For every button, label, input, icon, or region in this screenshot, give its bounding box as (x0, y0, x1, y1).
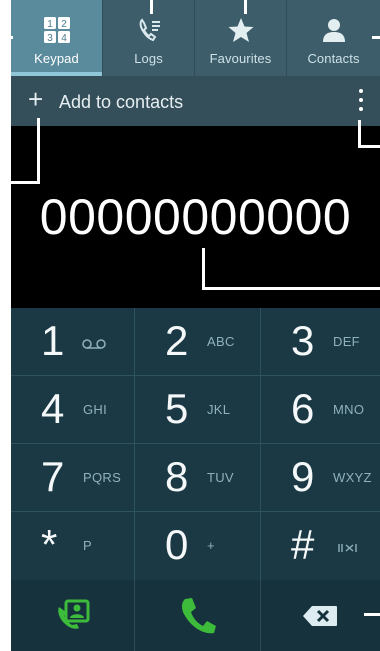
key-letters: JKL (207, 402, 231, 417)
svg-text:2: 2 (61, 19, 67, 30)
tab-keypad[interactable]: 1 2 3 4 Keypad (11, 0, 103, 76)
key-digit: 8 (165, 453, 189, 500)
number-display[interactable]: 00000000000 (11, 126, 380, 308)
callout-line (244, 0, 247, 14)
tab-logs[interactable]: Logs (103, 0, 195, 76)
key-0[interactable]: 0 + (135, 512, 261, 580)
backspace-button[interactable] (261, 580, 380, 651)
call-log-icon (139, 18, 160, 42)
star-icon (228, 18, 253, 42)
pause-wait-icon (338, 544, 357, 552)
call-button[interactable] (135, 580, 261, 651)
svg-text:4: 4 (61, 33, 67, 44)
key-3[interactable]: 3 DEF (261, 308, 380, 376)
callout-line (150, 0, 153, 14)
key-digit: 3 (291, 317, 315, 364)
callout-line (358, 120, 361, 148)
key-2[interactable]: 2 ABC (135, 308, 261, 376)
callout-line (358, 145, 380, 148)
voicemail-icon (82, 339, 106, 349)
dialer-action-bar (11, 580, 380, 651)
tab-label-keypad: Keypad (34, 51, 79, 66)
tab-favourites[interactable]: Favourites (195, 0, 287, 76)
keypad-grid-icon: 1 2 3 4 (43, 17, 70, 44)
key-letters: GHI (83, 402, 108, 417)
key-digit: 7 (41, 453, 65, 500)
video-call-button[interactable] (11, 580, 135, 651)
dialed-number: 00000000000 (39, 189, 352, 245)
add-to-contacts-bar[interactable]: + Add to contacts (11, 76, 380, 126)
svg-text:1: 1 (47, 19, 53, 30)
key-digit: * (41, 521, 58, 568)
key-digit: 4 (41, 385, 65, 432)
plus-icon: + (28, 84, 44, 114)
key-letters: P (83, 538, 92, 553)
key-star[interactable]: * P (11, 512, 135, 580)
tab-label-logs: Logs (134, 51, 163, 66)
key-digit: 6 (291, 385, 315, 432)
key-letters: PQRS (83, 470, 122, 485)
callout-line (202, 287, 380, 290)
dial-keypad: 1 2 ABC 3 DEF 4 GHI 5 JKL 6 MNO 7 PQRS 8… (11, 308, 380, 580)
key-digit: 9 (291, 453, 315, 500)
key-letters: DEF (333, 334, 360, 349)
key-9[interactable]: 9 WXYZ (261, 444, 380, 512)
key-hash[interactable]: # (261, 512, 380, 580)
key-digit: # (291, 521, 315, 568)
tab-contacts[interactable]: Contacts (287, 0, 380, 76)
add-to-contacts-label: Add to contacts (59, 92, 184, 112)
tab-label-contacts: Contacts (307, 51, 360, 66)
callout-line (372, 36, 380, 39)
key-letters: MNO (333, 402, 365, 417)
callout-line (0, 36, 13, 39)
key-7[interactable]: 7 PQRS (11, 444, 135, 512)
key-digit: 5 (165, 385, 189, 432)
key-6[interactable]: 6 MNO (261, 376, 380, 444)
callout-line (37, 118, 40, 184)
more-options-icon[interactable] (358, 86, 364, 116)
callout-line (202, 248, 205, 290)
key-digit: 2 (165, 317, 189, 364)
tab-label-favourites: Favourites (209, 51, 272, 66)
phone-screen: 1 2 3 4 Keypad Logs Favourites Contacts … (11, 0, 380, 651)
key-letters: + (207, 538, 215, 553)
key-letters: TUV (207, 470, 234, 485)
contact-call-icon (58, 599, 90, 629)
callout-line (364, 613, 380, 616)
svg-text:3: 3 (47, 33, 53, 44)
key-5[interactable]: 5 JKL (135, 376, 261, 444)
callout-line (0, 181, 40, 184)
key-8[interactable]: 8 TUV (135, 444, 261, 512)
person-icon (322, 19, 345, 42)
key-1[interactable]: 1 (11, 308, 135, 376)
backspace-icon (303, 606, 337, 626)
key-digit: 1 (41, 317, 65, 364)
phone-call-icon (181, 598, 216, 634)
key-letters: ABC (207, 334, 235, 349)
tab-bar: 1 2 3 4 Keypad Logs Favourites Contacts (11, 0, 380, 76)
key-letters: WXYZ (333, 470, 372, 485)
key-4[interactable]: 4 GHI (11, 376, 135, 444)
key-digit: 0 (165, 521, 189, 568)
